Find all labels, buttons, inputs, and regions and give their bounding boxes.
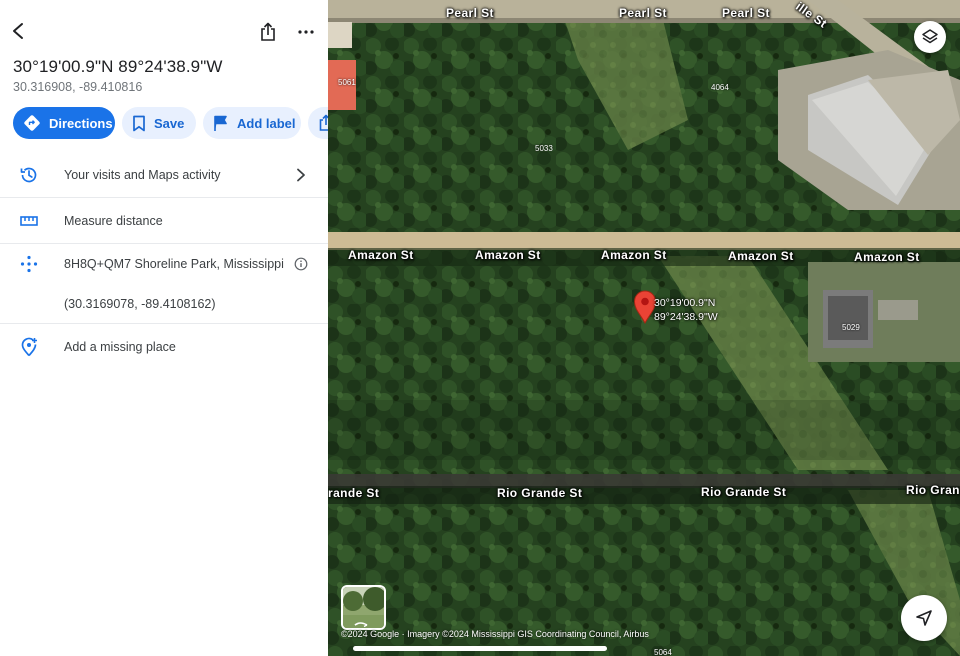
precise-coords-label: (30.3169078, -89.4108162)	[64, 296, 216, 311]
satellite-map[interactable]: Pearl St Pearl St Pearl St ille St Amazo…	[328, 0, 960, 656]
history-icon	[19, 165, 39, 185]
street-label-amazon: Amazon St	[601, 248, 667, 262]
street-label-pearl: Pearl St	[446, 6, 494, 20]
home-indicator	[353, 646, 607, 651]
save-button[interactable]: Save	[122, 107, 196, 139]
address-label: 5061	[338, 78, 356, 87]
place-decimal-coords: 30.316908, -89.410816	[13, 80, 143, 94]
precise-coords-row[interactable]: (30.3169078, -89.4108162)	[0, 284, 328, 324]
bookmark-icon	[132, 114, 146, 132]
street-view-image	[343, 587, 384, 628]
share-icon	[318, 114, 328, 132]
street-label-rio-grande: Rio Grande St	[497, 486, 583, 500]
share-icon	[261, 22, 275, 41]
layers-icon	[922, 29, 938, 44]
share-chip-button[interactable]	[308, 107, 328, 139]
place-details-list: Your visits and Maps activity Measure di…	[0, 152, 328, 370]
visits-activity-row[interactable]: Your visits and Maps activity	[0, 152, 328, 198]
street-label-amazon: Amazon St	[348, 248, 414, 262]
save-label: Save	[154, 115, 185, 131]
street-label-rio-grande: Rio Grande St	[701, 485, 787, 499]
address-label: 5064	[654, 648, 672, 656]
my-location-button[interactable]	[901, 595, 947, 641]
street-view-thumbnail[interactable]	[341, 585, 386, 630]
street-label-pearl: Pearl St	[722, 6, 770, 20]
plus-code-row[interactable]: 8H8Q+QM7 Shoreline Park, Mississippi	[0, 244, 328, 284]
add-label-label: Add label	[237, 115, 296, 131]
satellite-imagery	[328, 0, 960, 656]
directions-icon	[23, 114, 41, 132]
info-icon[interactable]	[292, 255, 310, 273]
ruler-icon	[19, 211, 39, 231]
measure-distance-row[interactable]: Measure distance	[0, 198, 328, 244]
street-label-amazon: Amazon St	[728, 249, 794, 263]
directions-label: Directions	[49, 115, 113, 131]
add-missing-place-label: Add a missing place	[64, 340, 176, 354]
chevron-right-icon	[292, 166, 310, 184]
share-button[interactable]	[256, 20, 280, 44]
address-label: 5029	[842, 323, 860, 332]
add-missing-place-row[interactable]: Add a missing place	[0, 324, 328, 370]
navigate-icon	[916, 610, 932, 626]
street-label-pearl: Pearl St	[619, 6, 667, 20]
add-label-button[interactable]: Add label	[203, 107, 301, 139]
more-options-button[interactable]	[294, 20, 318, 44]
pin-label-lat: 30°19'00.9"N	[654, 297, 716, 309]
place-title: 30°19'00.9"N 89°24'38.9"W	[13, 57, 223, 76]
measure-distance-label: Measure distance	[64, 213, 163, 228]
street-label-amazon: Amazon St	[854, 250, 920, 264]
address-label: 4064	[711, 83, 729, 92]
back-icon	[13, 23, 23, 39]
action-chips: Directions Save Add label	[13, 107, 328, 139]
visits-activity-label: Your visits and Maps activity	[64, 167, 221, 182]
street-label-rio-grande: rande St	[328, 486, 380, 500]
back-button[interactable]	[6, 18, 30, 44]
add-place-icon	[19, 337, 39, 357]
street-label-rio-grande: Rio Gran	[906, 483, 960, 497]
layers-button[interactable]	[914, 21, 946, 53]
more-icon	[298, 30, 314, 34]
address-label: 5033	[535, 144, 553, 153]
pin-label-lng: 89°24'38.9"W	[654, 311, 718, 323]
pin-label: 30°19'00.9"N 89°24'38.9"W	[654, 296, 718, 324]
street-label-amazon: Amazon St	[475, 248, 541, 262]
place-panel: 30°19'00.9"N 89°24'38.9"W 30.316908, -89…	[0, 0, 328, 656]
plus-code-label: 8H8Q+QM7 Shoreline Park, Mississippi	[64, 257, 284, 271]
directions-button[interactable]: Directions	[13, 107, 115, 139]
map-attribution: ©2024 Google · Imagery ©2024 Mississippi…	[341, 629, 649, 639]
flag-icon	[213, 114, 229, 132]
plus-code-icon	[19, 254, 39, 274]
